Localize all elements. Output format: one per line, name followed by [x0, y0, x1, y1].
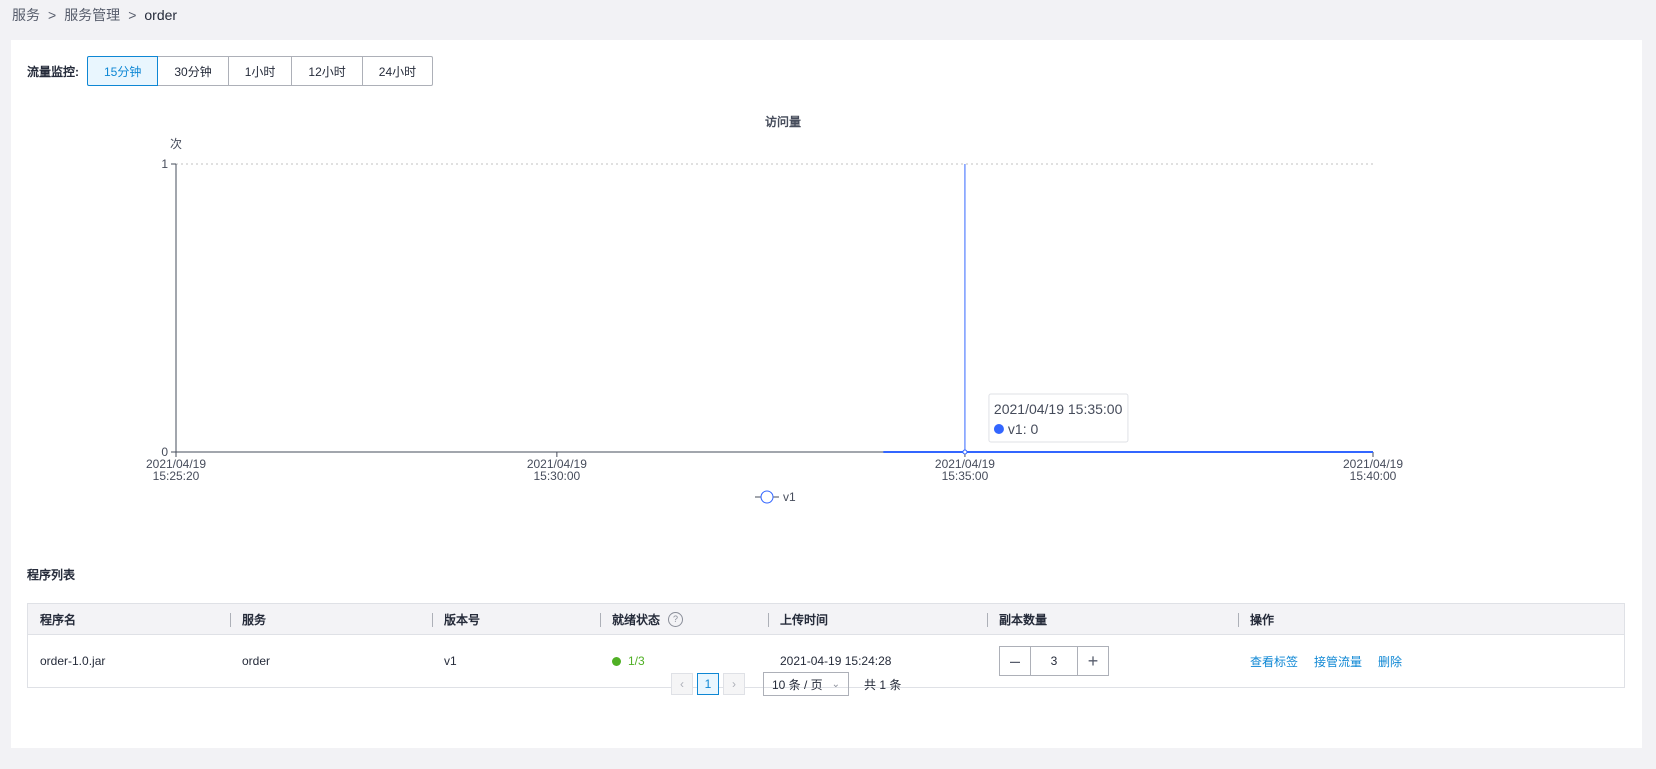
series-point-v1	[962, 449, 968, 455]
range-button-15min[interactable]: 15分钟	[87, 56, 159, 86]
total-count: 共 1 条	[864, 677, 902, 692]
column-header-ready-status-label: 就绪状态	[612, 612, 661, 627]
next-page-button[interactable]: ›	[723, 673, 745, 695]
breadcrumb-item-current: order	[144, 7, 178, 23]
legend-marker-icon	[760, 490, 774, 504]
y-tick-label: 1	[161, 157, 168, 171]
traffic-chart: 访问量 次 01 2021/04/1915:25:202021/04/1915:…	[146, 114, 1403, 504]
page-size-value: 10 条 / 页	[772, 677, 823, 692]
page-size-select[interactable]: 10 条 / 页 ⌄	[763, 672, 849, 696]
replica-stepper: – 3 +	[999, 646, 1109, 676]
status-text: 1/3	[628, 654, 645, 668]
decrement-button[interactable]: –	[1000, 647, 1030, 675]
x-tick-label-time: 15:40:00	[1350, 469, 1397, 483]
column-header-ready-status: 就绪状态 ?	[600, 611, 768, 628]
pagination: ‹ 1 › 10 条 / 页 ⌄ 共 1 条	[671, 672, 901, 696]
x-tick-label-time: 15:30:00	[534, 469, 581, 483]
column-header-actions: 操作	[1238, 611, 1624, 628]
tooltip-series-value: v1: 0	[1008, 421, 1039, 437]
cell-upload-time: 2021-04-19 15:24:28	[780, 654, 892, 668]
cell-version: v1	[444, 654, 457, 668]
x-tick-label-time: 15:25:20	[153, 469, 200, 483]
column-header-version: 版本号	[432, 611, 600, 628]
table-header: 程序名 服务 版本号 就绪状态 ? 上传时间 副本数量 操作	[28, 604, 1624, 635]
take-over-traffic-link[interactable]: 接管流量	[1314, 653, 1362, 670]
legend-label-v1: v1	[783, 490, 796, 504]
status-dot-icon	[612, 656, 621, 666]
column-header-upload-time: 上传时间	[768, 611, 987, 628]
main-panel: 流量监控: 15分钟 30分钟 1小时 12小时 24小时 访问量 次 01 2…	[11, 40, 1642, 748]
breadcrumb-separator: >	[128, 7, 137, 23]
column-header-service: 服务	[230, 611, 432, 628]
delete-link[interactable]: 删除	[1378, 653, 1402, 670]
page-number-button[interactable]: 1	[697, 673, 719, 695]
cell-service: order	[242, 654, 271, 668]
cell-ready-status: 1/3	[600, 654, 768, 668]
breadcrumb-separator: >	[48, 7, 57, 23]
x-tick-label-time: 15:35:00	[942, 469, 989, 483]
chart-title: 访问量	[765, 114, 801, 129]
view-labels-link[interactable]: 查看标签	[1250, 653, 1298, 670]
prev-page-button[interactable]: ‹	[671, 673, 693, 695]
cell-program-name: order-1.0.jar	[40, 654, 106, 668]
program-list-title: 程序列表	[27, 568, 76, 582]
tooltip-title: 2021/04/19 15:35:00	[994, 401, 1123, 417]
breadcrumb-item-service-management[interactable]: 服务管理	[64, 5, 120, 25]
tooltip-series-dot-icon	[993, 424, 1004, 434]
cell-replicas: – 3 +	[987, 646, 1238, 676]
chevron-down-icon: ⌄	[831, 678, 840, 690]
column-header-replicas: 副本数量	[987, 611, 1238, 628]
cell-actions: 查看标签 接管流量 删除	[1238, 653, 1624, 670]
breadcrumb: 服务 > 服务管理 > order	[12, 5, 177, 25]
increment-button[interactable]: +	[1078, 647, 1108, 675]
help-icon[interactable]: ?	[668, 611, 684, 627]
chart-y-axis-label: 次	[170, 137, 182, 151]
column-header-program-name: 程序名	[40, 612, 77, 627]
replica-count-input[interactable]: 3	[1030, 647, 1078, 675]
breadcrumb-item-services[interactable]: 服务	[12, 5, 40, 25]
